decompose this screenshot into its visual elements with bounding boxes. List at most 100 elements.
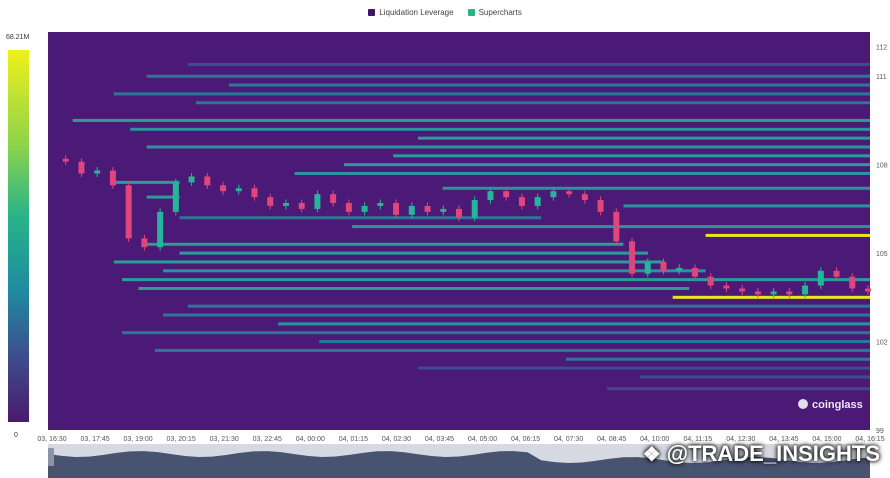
y-tick-label-102: 102 — [876, 340, 888, 347]
candle-body-11 — [220, 185, 227, 192]
candle-body-27 — [471, 200, 478, 218]
binance-diamond-icon: ❖ — [642, 443, 661, 466]
candle-body-25 — [440, 208, 447, 212]
x-tick-label-10: 04, 05:00 — [468, 436, 497, 443]
liquidation-band-20 — [179, 251, 649, 255]
brand-watermark: ❖ @TRADE_INSIGHTS — [643, 441, 880, 467]
candle-body-51 — [849, 276, 856, 289]
x-tick-label-12: 04, 07:30 — [554, 436, 583, 443]
liquidation-band-26 — [187, 304, 871, 308]
y-tick-label-111: 111 — [876, 74, 887, 81]
candle-body-44 — [739, 288, 746, 292]
liquidation-band-21 — [113, 260, 665, 264]
candle-body-22 — [393, 202, 400, 215]
x-tick-label-11: 04, 06:15 — [511, 436, 540, 443]
candle-body-21 — [377, 202, 384, 206]
candle-body-15 — [282, 202, 289, 206]
liquidation-band-2 — [228, 83, 871, 87]
candle-body-19 — [345, 202, 352, 212]
liquidation-band-3 — [113, 92, 870, 96]
candle-body-20 — [361, 205, 368, 212]
candle-body-39 — [660, 261, 667, 271]
candle-body-24 — [424, 205, 431, 212]
candle-body-45 — [754, 291, 761, 295]
candle-body-32 — [550, 191, 557, 198]
candle-body-12 — [235, 188, 242, 192]
candle-body-23 — [408, 205, 415, 215]
candle-body-26 — [456, 208, 462, 218]
liquidation-band-33 — [417, 366, 870, 370]
candle-body-47 — [786, 291, 793, 295]
candle-body-49 — [817, 270, 824, 286]
candle-body-38 — [644, 261, 651, 274]
candle-body-1 — [62, 158, 69, 162]
liquidation-band-9 — [393, 154, 870, 158]
candle-body-42 — [707, 276, 714, 286]
liquidation-band-16 — [179, 216, 542, 220]
candle-body-29 — [503, 191, 510, 198]
liquidation-band-6 — [130, 127, 870, 131]
liquidation-band-27 — [163, 313, 870, 317]
candle-body-3 — [94, 170, 101, 174]
x-tick-label-4: 03, 21:30 — [210, 436, 239, 443]
x-tick-label-6: 04, 00:00 — [296, 436, 325, 443]
liquidation-band-23 — [121, 278, 871, 282]
candle-body-18 — [330, 194, 337, 203]
x-tick-label-13: 04, 08:45 — [597, 436, 626, 443]
liquidation-band-31 — [154, 348, 871, 352]
candle-body-31 — [534, 197, 541, 206]
candle-body-30 — [518, 197, 525, 206]
x-tick-label-2: 03, 19:00 — [124, 436, 153, 443]
candle-body-36 — [613, 211, 620, 242]
liquidation-band-34 — [639, 375, 870, 379]
navigator-handle-left — [48, 448, 54, 466]
candle-body-43 — [723, 285, 730, 289]
candle-body-8 — [172, 182, 179, 212]
liquidation-band-24 — [138, 286, 690, 290]
liquidation-band-7 — [417, 136, 870, 140]
candle-body-28 — [487, 191, 494, 201]
y-tick-label-99: 99 — [876, 428, 884, 435]
liquidation-band-32 — [565, 357, 870, 361]
liquidation-band-10 — [343, 163, 870, 167]
candle-body-10 — [204, 176, 211, 186]
liquidation-band-22 — [163, 269, 706, 273]
y-tick-label-108: 108 — [876, 163, 888, 170]
x-tick-label-7: 04, 01:15 — [339, 436, 368, 443]
candle-body-52 — [865, 288, 871, 292]
liquidation-band-28 — [278, 322, 870, 326]
x-tick-label-5: 03, 22:45 — [253, 436, 282, 443]
x-tick-label-3: 03, 20:15 — [167, 436, 196, 443]
liquidation-band-19 — [146, 242, 624, 246]
candle-body-40 — [676, 267, 683, 271]
candle-body-33 — [566, 191, 573, 195]
liquidation-band-8 — [146, 145, 870, 149]
candle-body-4 — [109, 170, 116, 186]
candle-body-5 — [125, 185, 132, 239]
coinglass-watermark: coinglass — [812, 399, 863, 411]
candle-body-41 — [691, 267, 698, 277]
liquidation-band-17 — [352, 225, 870, 229]
plot-background — [48, 32, 870, 430]
x-tick-label-0: 03, 16:30 — [37, 436, 66, 443]
coinglass-logo-icon — [798, 399, 808, 409]
liquidation-band-18 — [705, 233, 870, 237]
candle-body-7 — [157, 211, 164, 248]
candle-body-37 — [629, 241, 636, 274]
candle-body-9 — [188, 176, 195, 183]
brand-text: @TRADE_INSIGHTS — [666, 441, 880, 466]
candle-body-34 — [581, 194, 588, 201]
liquidation-band-1 — [146, 74, 870, 78]
liquidation-band-30 — [319, 340, 870, 344]
liquidation-band-5 — [72, 118, 870, 122]
candle-body-6 — [141, 238, 148, 248]
liquidation-band-15 — [623, 204, 870, 208]
x-tick-label-1: 03, 17:45 — [80, 436, 109, 443]
candle-body-14 — [267, 197, 274, 206]
x-tick-label-8: 04, 02:30 — [382, 436, 411, 443]
candle-body-35 — [597, 200, 604, 212]
liquidation-heatmap-chart: 112 111 108 105 102 99 03, 16:30 03, 17:45 03, 1… — [37, 32, 888, 478]
candle-body-2 — [78, 161, 85, 174]
liquidation-band-4 — [195, 101, 870, 105]
candle-body-13 — [251, 188, 258, 198]
